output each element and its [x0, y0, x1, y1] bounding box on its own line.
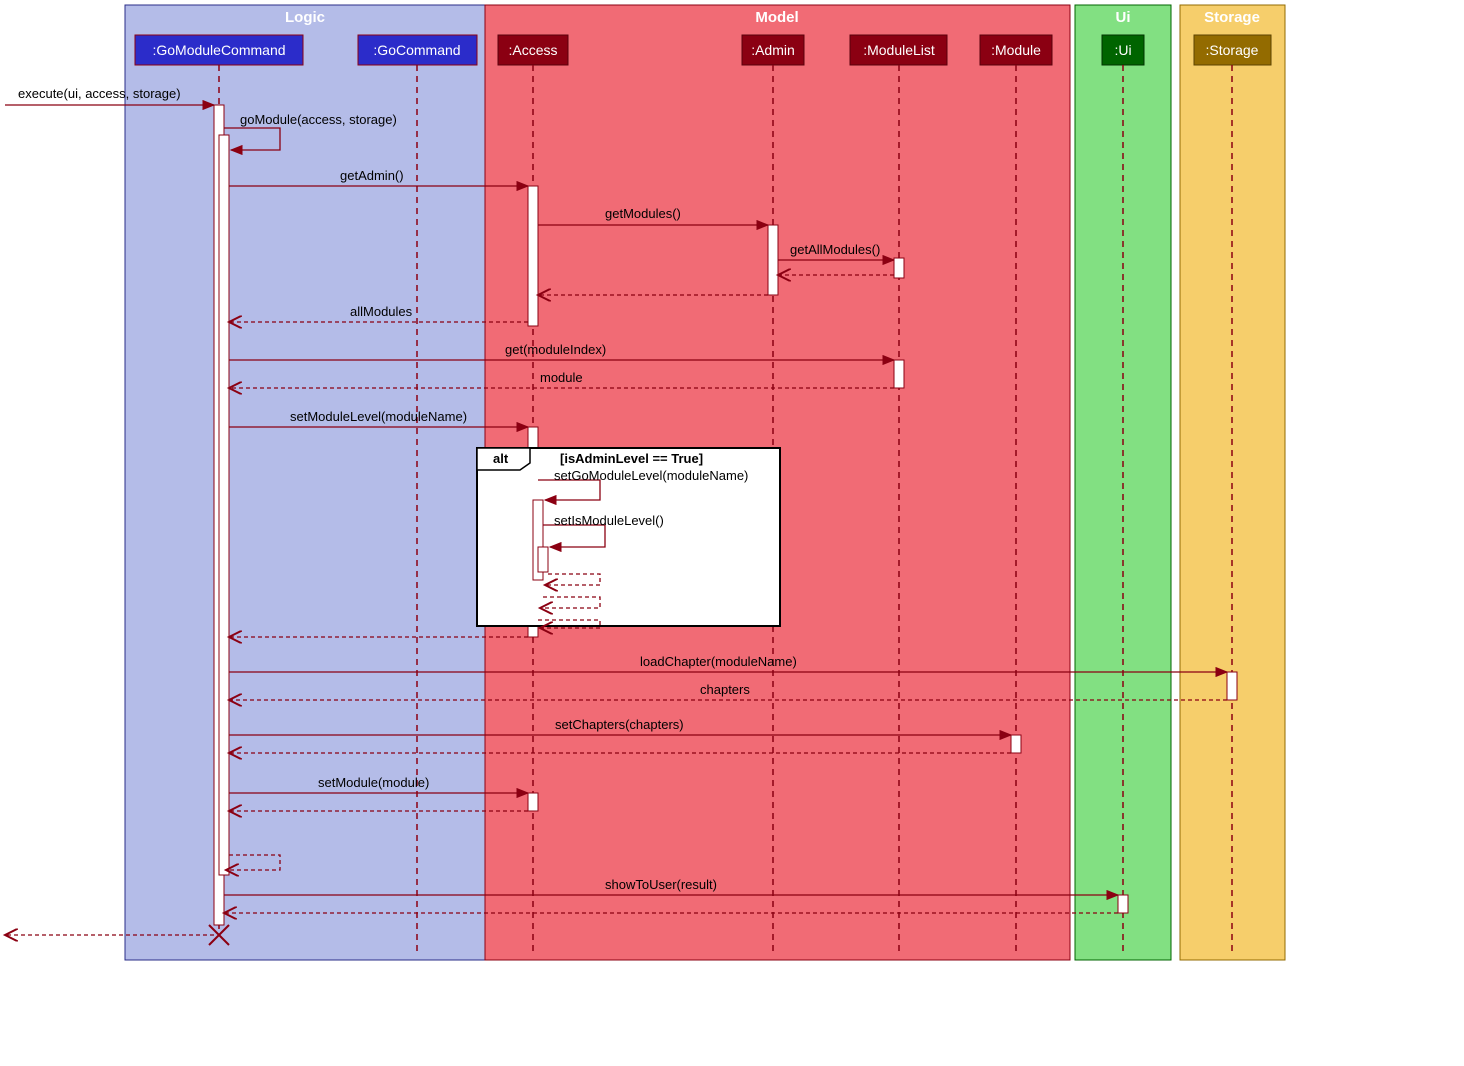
- pkg-model-label: Model: [755, 9, 798, 26]
- pkg-logic: Logic: [125, 5, 485, 960]
- msg-moduleRet-label: module: [540, 370, 583, 385]
- participant-access-label: :Access: [508, 42, 557, 58]
- pkg-storage-label: Storage: [1204, 9, 1260, 26]
- msg-getModules-label: getModules(): [605, 206, 681, 221]
- msg-allModules-label: allModules: [350, 304, 413, 319]
- msg-setChapters-label: setChapters(chapters): [555, 717, 684, 732]
- msg-chapters-label: chapters: [700, 682, 750, 697]
- msg-setIsModuleLevel-label: setIsModuleLevel(): [554, 513, 664, 528]
- msg-loadChapter-label: loadChapter(moduleName): [640, 654, 797, 669]
- pkg-logic-label: Logic: [285, 9, 325, 26]
- msg-getAdmin-label: getAdmin(): [340, 168, 404, 183]
- participant-goModule-label: :GoModuleCommand: [152, 42, 285, 58]
- sequence-diagram: Logic Model Ui Storage :GoModuleCommand …: [0, 0, 1464, 1066]
- msg-setModuleLevel-label: setModuleLevel(moduleName): [290, 409, 467, 424]
- participant-storage-label: :Storage: [1206, 42, 1259, 58]
- alt-cond-label: [isAdminLevel == True]: [560, 451, 703, 466]
- msg-showToUser-label: showToUser(result): [605, 877, 717, 892]
- msg-getAllModules-label: getAllModules(): [790, 242, 880, 257]
- participant-modList-label: :ModuleList: [863, 42, 935, 58]
- participant-ui-label: :Ui: [1114, 42, 1131, 58]
- msg-getIndex-label: get(moduleIndex): [505, 342, 606, 357]
- msg-setModule-label: setModule(module): [318, 775, 429, 790]
- msg-execute-label: execute(ui, access, storage): [18, 86, 181, 101]
- msg-setGoModuleLevel-label: setGoModuleLevel(moduleName): [554, 468, 748, 483]
- act-goModule-inner: [219, 135, 229, 875]
- alt-tag-label: alt: [493, 451, 509, 466]
- participant-module-label: :Module: [991, 42, 1041, 58]
- participant-goCmd-label: :GoCommand: [373, 42, 460, 58]
- participant-admin-label: :Admin: [751, 42, 795, 58]
- msg-goModule-label: goModule(access, storage): [240, 112, 397, 127]
- pkg-ui-label: Ui: [1116, 9, 1131, 26]
